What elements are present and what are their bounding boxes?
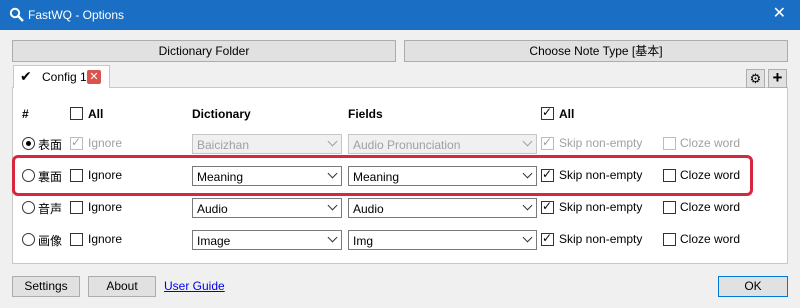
field-value: Img: [353, 234, 374, 248]
checkmark-icon: ✔: [20, 68, 32, 84]
note-field-label: 音声: [38, 202, 63, 216]
settings-button[interactable]: Settings: [12, 276, 80, 297]
dictionary-value: Audio: [197, 202, 228, 216]
close-icon[interactable]: ✕: [773, 5, 786, 23]
user-guide-link[interactable]: User Guide: [164, 279, 225, 293]
all-ignore-header: All: [88, 107, 104, 121]
field-value: Audio: [353, 202, 384, 216]
cloze-word-label: Cloze word: [680, 136, 741, 150]
ignore-checkbox[interactable]: [70, 135, 83, 150]
ignore-label: Ignore: [88, 232, 123, 246]
cloze-word-label: Cloze word: [680, 232, 741, 246]
dictionary-select[interactable]: Audio: [192, 198, 342, 218]
row-radio[interactable]: [22, 137, 35, 150]
window-title: FastWQ - Options: [28, 8, 125, 22]
field-select[interactable]: Audio Pronunciation: [348, 134, 537, 154]
chevron-down-icon: [522, 136, 533, 147]
ok-button[interactable]: OK: [718, 276, 788, 297]
all-skip-header: All: [559, 107, 575, 121]
skip-non-empty-label: Skip non-empty: [559, 200, 643, 214]
dictionary-header: Dictionary: [192, 107, 251, 121]
search-icon: [9, 7, 24, 22]
skip-non-empty-label: Skip non-empty: [559, 232, 643, 246]
chevron-down-icon: [327, 136, 338, 147]
tab-label: Config 1: [42, 70, 87, 84]
hash-header: #: [22, 107, 29, 121]
select-all-ignore-checkbox[interactable]: [70, 107, 83, 120]
ignore-checkbox[interactable]: [70, 201, 83, 214]
options-window: FastWQ - Options ✕ Dictionary Folder Cho…: [0, 0, 800, 308]
row-radio[interactable]: [22, 233, 35, 246]
select-all-skip-checkbox[interactable]: [541, 105, 554, 120]
field-select[interactable]: Img: [348, 230, 537, 250]
chevron-down-icon: [522, 200, 533, 211]
row-radio[interactable]: [22, 201, 35, 214]
row-highlight-box: [12, 155, 753, 196]
about-button[interactable]: About: [88, 276, 156, 297]
dictionary-select[interactable]: Image: [192, 230, 342, 250]
dictionary-folder-button[interactable]: Dictionary Folder: [12, 40, 396, 62]
cloze-word-checkbox[interactable]: [663, 201, 676, 214]
cloze-word-checkbox[interactable]: [663, 233, 676, 246]
ignore-checkbox[interactable]: [70, 233, 83, 246]
skip-non-empty-checkbox[interactable]: [541, 231, 554, 246]
field-value: Audio Pronunciation: [353, 138, 461, 152]
chevron-down-icon: [327, 200, 338, 211]
skip-non-empty-checkbox[interactable]: [541, 135, 554, 150]
fields-header: Fields: [348, 107, 383, 121]
note-field-label: 画像: [38, 234, 63, 248]
tab-config-1[interactable]: ✔ Config 1 ✕: [13, 65, 110, 88]
title-bar: FastWQ - Options ✕: [0, 0, 800, 30]
cloze-word-checkbox[interactable]: [663, 137, 676, 150]
close-tab-icon[interactable]: ✕: [87, 70, 101, 84]
ignore-label: Ignore: [88, 200, 123, 214]
ignore-label: Ignore: [88, 136, 123, 150]
dictionary-select[interactable]: Baicizhan: [192, 134, 342, 154]
field-select[interactable]: Audio: [348, 198, 537, 218]
dictionary-value: Image: [197, 234, 231, 248]
add-tab-icon[interactable]: +: [768, 69, 787, 88]
skip-non-empty-label: Skip non-empty: [559, 136, 643, 150]
dictionary-value: Baicizhan: [197, 138, 250, 152]
skip-non-empty-checkbox[interactable]: [541, 199, 554, 214]
cloze-word-label: Cloze word: [680, 200, 741, 214]
note-field-label: 表面: [38, 138, 63, 152]
chevron-down-icon: [522, 232, 533, 243]
gear-icon[interactable]: ⚙: [746, 69, 765, 88]
chevron-down-icon: [327, 232, 338, 243]
choose-note-type-button[interactable]: Choose Note Type [基本]: [404, 40, 788, 62]
